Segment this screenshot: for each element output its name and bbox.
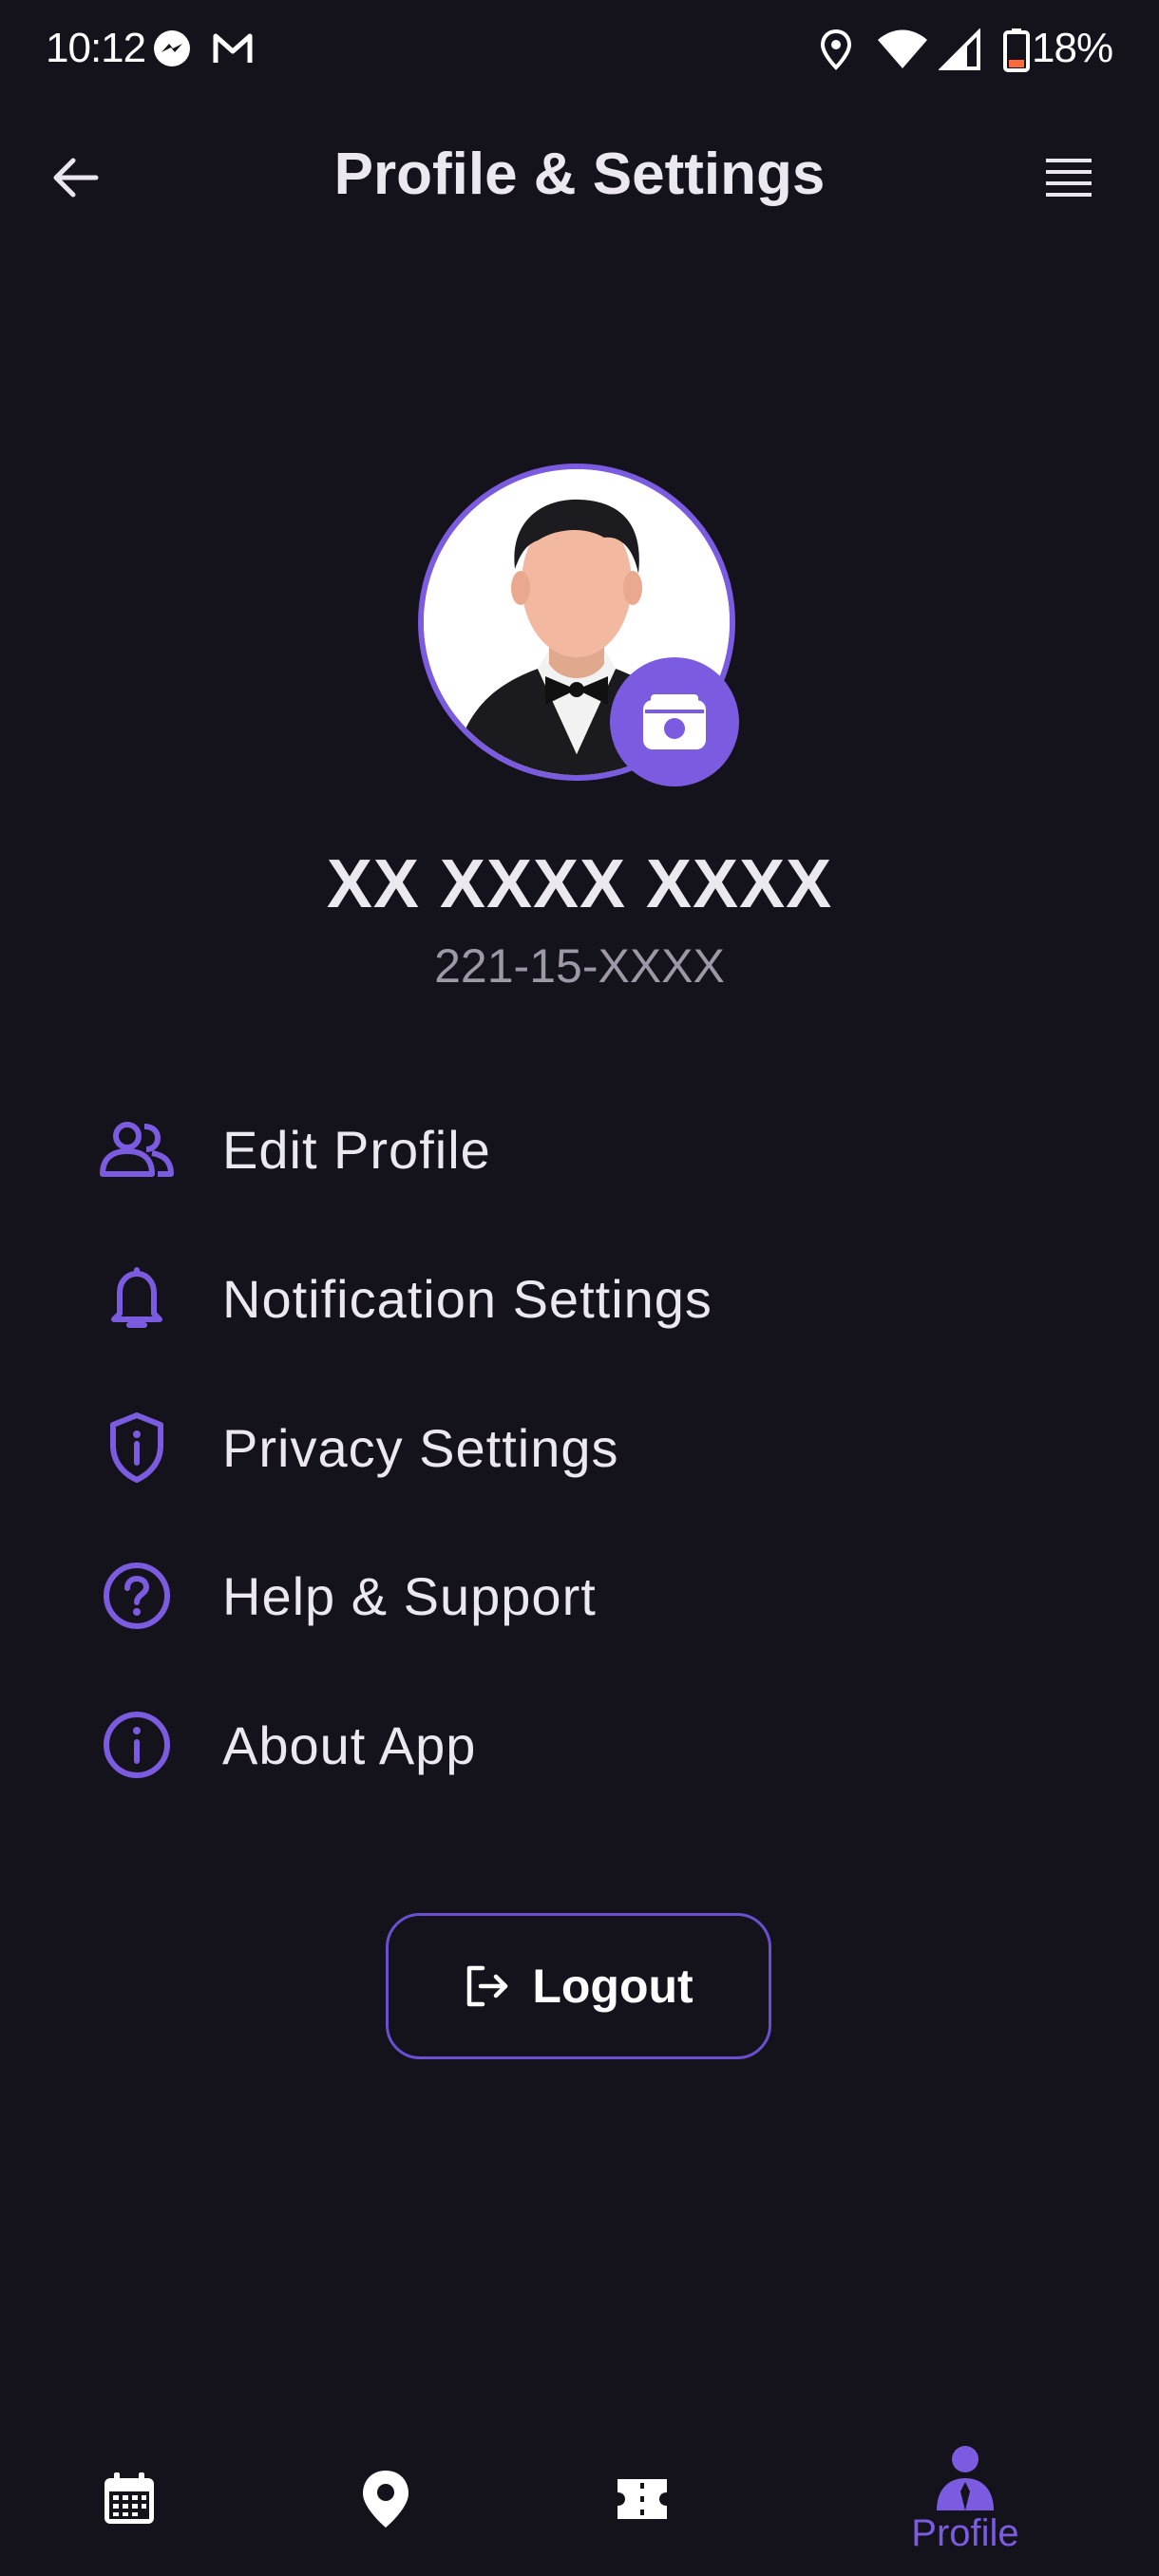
menu-item-privacy-settings[interactable]: Privacy Settings <box>87 1391 942 1505</box>
change-photo-button[interactable] <box>610 657 739 786</box>
help-circle-icon <box>87 1546 186 1645</box>
menu-button[interactable] <box>1036 144 1102 211</box>
nav-label-profile: Profile <box>911 2511 1019 2554</box>
menu-item-label: Notification Settings <box>222 1268 712 1329</box>
top-app-bar: Profile & Settings <box>0 123 1159 228</box>
profile-avatar[interactable] <box>418 464 741 786</box>
logout-icon <box>467 1965 508 2007</box>
menu-item-notification-settings[interactable]: Notification Settings <box>87 1241 942 1355</box>
menu-item-label: Edit Profile <box>222 1119 491 1180</box>
menu-item-help-support[interactable]: Help & Support <box>87 1539 942 1653</box>
gmail-icon <box>211 28 255 73</box>
messenger-icon <box>152 28 192 73</box>
profile-icon <box>937 2445 994 2510</box>
logout-button[interactable]: Logout <box>386 1913 771 2059</box>
nav-item-profile[interactable]: Profile <box>861 2422 1070 2576</box>
status-time: 10:12 <box>46 25 146 71</box>
map-pin-icon <box>363 2471 408 2528</box>
calendar-icon <box>104 2472 154 2524</box>
battery-icon <box>1003 28 1030 77</box>
wifi-icon <box>876 28 929 75</box>
bottom-navigation: Profile <box>0 2422 1159 2576</box>
menu-item-label: About App <box>222 1714 477 1775</box>
status-bar: 10:12 18% <box>0 0 1159 103</box>
menu-item-label: Privacy Settings <box>222 1417 619 1478</box>
bell-icon <box>87 1249 186 1348</box>
shield-icon <box>87 1398 186 1497</box>
nav-item-location[interactable] <box>281 2422 490 2576</box>
nav-item-calendar[interactable] <box>25 2422 234 2576</box>
nav-item-tickets[interactable] <box>538 2422 747 2576</box>
ticket-icon <box>618 2479 667 2519</box>
battery-percentage: 18% <box>1032 25 1113 71</box>
users-icon <box>87 1100 186 1199</box>
menu-item-edit-profile[interactable]: Edit Profile <box>87 1092 942 1206</box>
location-icon <box>819 28 853 75</box>
user-name: XX XXXX XXXX <box>326 846 833 922</box>
user-id: 221-15-XXXX <box>434 939 725 993</box>
info-circle-icon <box>87 1695 186 1794</box>
page-title: Profile & Settings <box>333 142 826 207</box>
menu-icon <box>1046 159 1092 197</box>
signal-icon <box>938 28 980 75</box>
logout-label: Logout <box>532 1960 694 2013</box>
menu-item-about-app[interactable]: About App <box>87 1688 942 1802</box>
menu-item-label: Help & Support <box>222 1565 597 1626</box>
camera-icon <box>643 694 706 749</box>
